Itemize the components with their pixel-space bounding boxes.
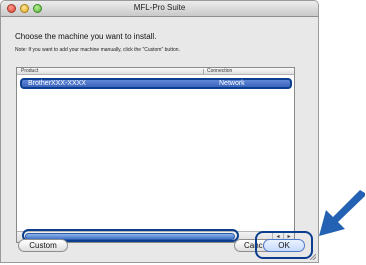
machine-list[interactable]: Product Connection BrotherXXX-XXXX Netwo…	[16, 67, 295, 243]
column-header-connection[interactable]: Connection	[207, 68, 232, 74]
pointer-arrow-icon	[319, 190, 365, 236]
window-title: MFL-Pro Suite	[133, 3, 186, 12]
machine-connection: Network	[219, 80, 245, 87]
installer-window: MFL-Pro Suite Choose the machine you wan…	[0, 0, 319, 263]
resize-grip-icon[interactable]	[310, 254, 316, 260]
ok-button[interactable]: OK	[263, 239, 305, 252]
list-header: Product Connection	[17, 68, 294, 75]
custom-button[interactable]: Custom	[18, 239, 68, 252]
note-text: Note: If you want to add your machine ma…	[15, 47, 180, 53]
instruction-text: Choose the machine you want to install.	[15, 32, 157, 41]
machine-name: BrotherXXX-XXXX	[28, 80, 86, 87]
column-header-product[interactable]: Product	[21, 68, 38, 74]
title-bar: MFL-Pro Suite	[1, 1, 318, 17]
machine-row-selected[interactable]: BrotherXXX-XXXX Network	[20, 78, 292, 89]
column-divider	[203, 69, 204, 74]
